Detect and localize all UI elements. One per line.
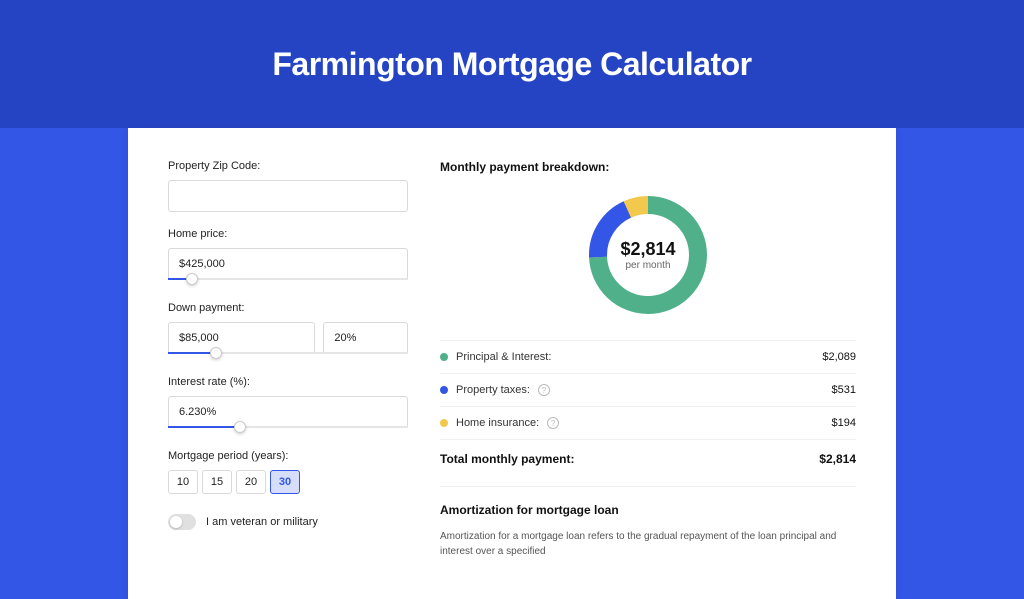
donut-center-value: $2,814 [620,239,675,260]
donut-chart-wrap: $2,814 per month [440,190,856,320]
legend-value: $2,089 [822,351,856,363]
legend-dot-icon [440,386,448,394]
zip-group: Property Zip Code: [168,160,408,212]
down-payment-label: Down payment: [168,302,408,314]
legend-row-taxes: Property taxes: ? $531 [440,373,856,406]
calculator-card: Property Zip Code: Home price: Down paym… [128,128,896,599]
legend-label: Principal & Interest: [456,351,551,363]
interest-rate-input[interactable] [168,396,408,428]
period-option-30[interactable]: 30 [270,470,300,494]
page-banner: Farmington Mortgage Calculator [0,0,1024,128]
breakdown-panel: Monthly payment breakdown: $2,814 per mo… [440,160,856,559]
page-title: Farmington Mortgage Calculator [272,46,751,83]
home-price-slider[interactable] [168,278,408,286]
breakdown-title: Monthly payment breakdown: [440,160,856,174]
veteran-row: I am veteran or military [168,514,408,530]
period-option-20[interactable]: 20 [236,470,266,494]
interest-rate-slider[interactable] [168,426,408,434]
home-price-group: Home price: [168,228,408,286]
period-segmented: 10 15 20 30 [168,470,408,494]
total-value: $2,814 [819,452,856,466]
amortization-section: Amortization for mortgage loan Amortizat… [440,486,856,559]
total-row: Total monthly payment: $2,814 [440,439,856,482]
veteran-toggle[interactable] [168,514,196,530]
legend-dot-icon [440,419,448,427]
down-payment-amount-input[interactable] [168,322,315,354]
total-label: Total monthly payment: [440,452,574,466]
veteran-label: I am veteran or military [206,516,318,528]
period-label: Mortgage period (years): [168,450,408,462]
info-icon[interactable]: ? [538,384,550,396]
down-payment-percent-input[interactable] [323,322,408,354]
home-price-input[interactable] [168,248,408,280]
period-option-15[interactable]: 15 [202,470,232,494]
legend-value: $531 [832,384,856,396]
amortization-text: Amortization for a mortgage loan refers … [440,529,856,559]
info-icon[interactable]: ? [547,417,559,429]
period-group: Mortgage period (years): 10 15 20 30 [168,450,408,494]
donut-chart: $2,814 per month [583,190,713,320]
legend-label: Property taxes: [456,384,530,396]
legend-value: $194 [832,417,856,429]
home-price-label: Home price: [168,228,408,240]
down-payment-group: Down payment: [168,302,408,360]
donut-center-sub: per month [625,260,670,271]
legend-label: Home insurance: [456,417,539,429]
interest-rate-group: Interest rate (%): [168,376,408,434]
legend-row-principal: Principal & Interest: $2,089 [440,340,856,373]
legend-dot-icon [440,353,448,361]
zip-label: Property Zip Code: [168,160,408,172]
zip-input[interactable] [168,180,408,212]
interest-rate-label: Interest rate (%): [168,376,408,388]
amortization-title: Amortization for mortgage loan [440,503,856,517]
period-option-10[interactable]: 10 [168,470,198,494]
form-panel: Property Zip Code: Home price: Down paym… [168,160,408,559]
down-payment-slider[interactable] [168,352,408,360]
legend-row-insurance: Home insurance: ? $194 [440,406,856,439]
